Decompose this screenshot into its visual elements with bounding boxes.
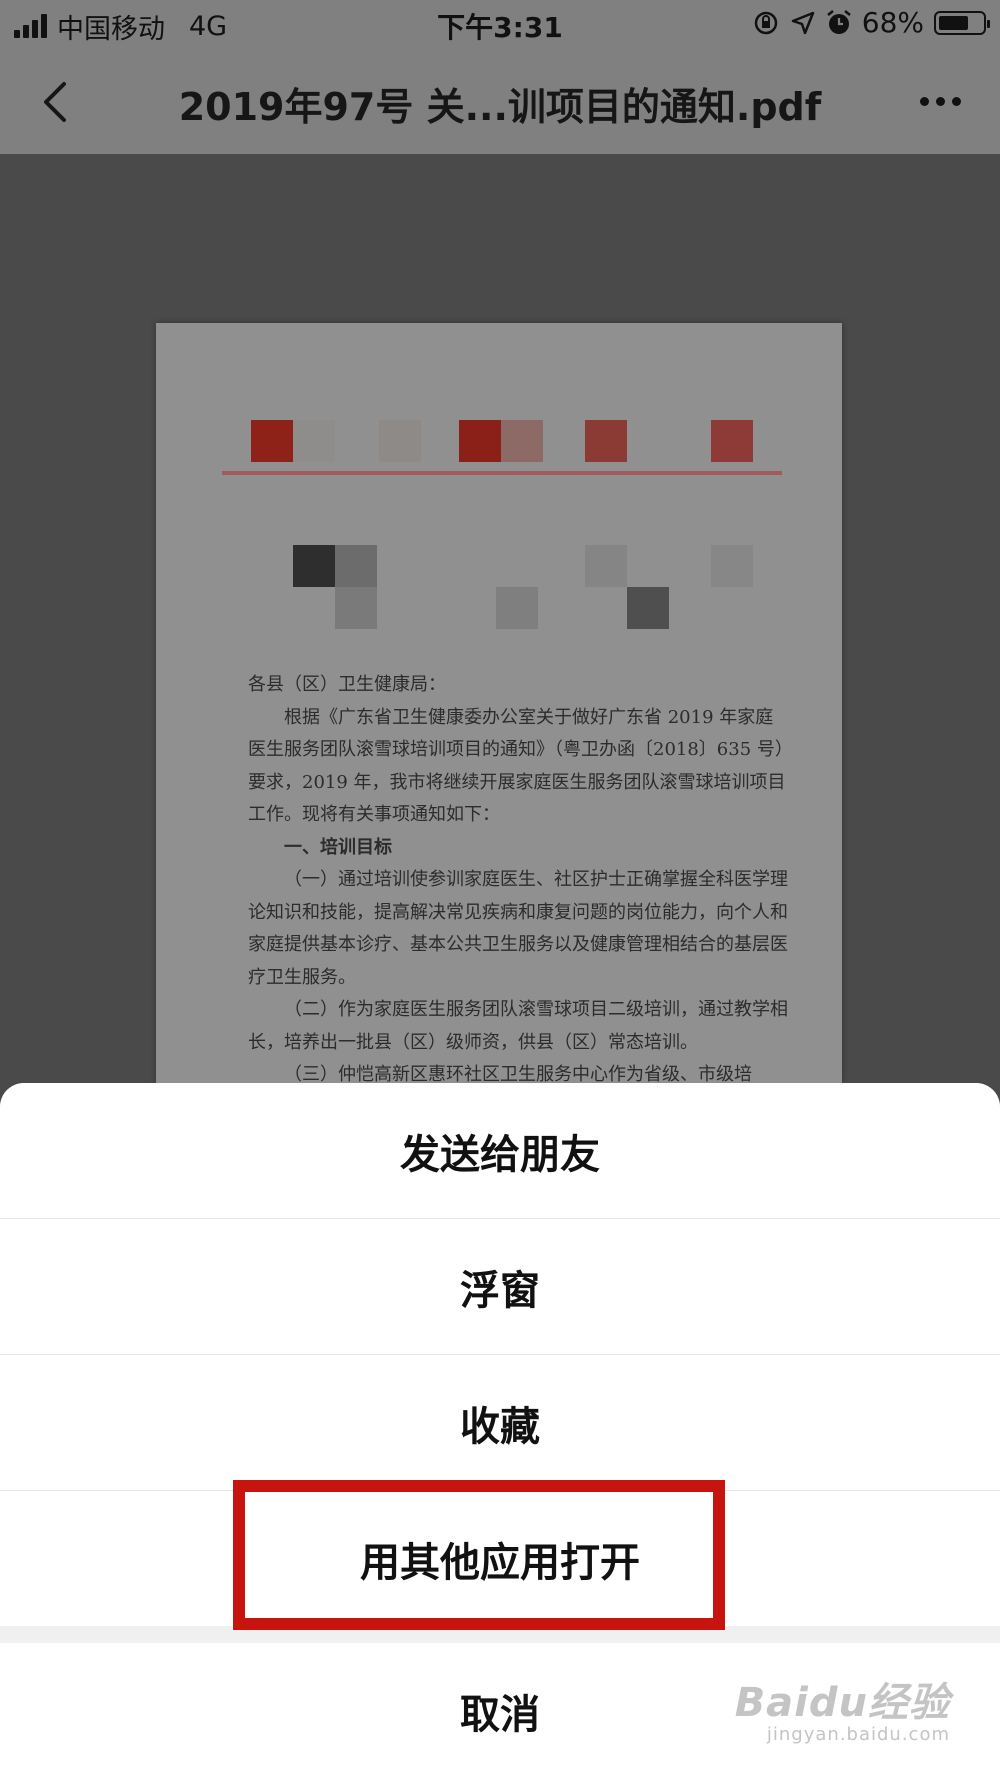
doc-heading: 一、培训目标 [284,836,392,858]
document-page: 各县（区）卫生健康局： 根据《广东省卫生健康委办公室关于做好广东省 2019 年… [156,323,842,1083]
floating-window-button[interactable]: 浮窗 [0,1219,1000,1354]
highlight-box [233,1480,725,1630]
page-title: 2019年97号 关...训项目的通知.pdf [178,85,822,129]
redacted-block [335,587,377,629]
redacted-block [293,545,335,587]
watermark-brand: Baidu经验 [734,1680,950,1726]
redacted-block [496,587,538,629]
more-button[interactable] [910,76,970,126]
doc-paragraph: 各县（区）卫生健康局： [248,674,446,695]
redacted-block [585,545,627,587]
battery-icon [934,10,990,35]
doc-paragraph: （三）仲恺高新区惠环社区卫生服务中心作为省级、市级培 [284,1064,752,1083]
redacted-block [585,420,627,462]
redacted-block [251,420,293,462]
send-to-friend-button[interactable]: 发送给朋友 [0,1083,1000,1218]
more-dots-icon [919,96,929,106]
redacted-block [501,420,543,462]
alarm-icon [826,9,851,34]
watermark-url: jingyan.baidu.com [766,1724,950,1745]
doc-paragraph: （二）作为家庭医生服务团队滚雪球项目二级培训，通过教学相长，培养出一批县（区）级… [248,999,788,1053]
status-bar: 中国移动 4G 下午3:31 68% [0,0,1000,50]
redacted-block [335,545,377,587]
document-body: 各县（区）卫生健康局： 根据《广东省卫生健康委办公室关于做好广东省 2019 年… [248,669,788,1083]
redacted-block [293,420,335,462]
redacted-block [459,420,501,462]
location-icon [791,11,815,34]
favorite-button[interactable]: 收藏 [0,1355,1000,1490]
redacted-block [711,420,753,462]
document-preview[interactable]: 各县（区）卫生健康局： 根据《广东省卫生健康委办公室关于做好广东省 2019 年… [156,323,842,1083]
back-button[interactable] [30,72,90,132]
redacted-block [627,587,669,629]
battery-percent: 68% [861,6,924,39]
status-right: 68% [752,6,990,39]
rotation-lock-icon [754,11,778,34]
chevron-left-icon [44,82,66,122]
doc-paragraph: （一）通过培训使参训家庭医生、社区护士正确掌握全科医学理论知识和技能，提高解决常… [248,869,788,988]
redacted-block [379,420,421,462]
battery-fill [939,15,968,30]
nav-bar: 2019年97号 关...训项目的通知.pdf [0,50,1000,154]
header-red-line [222,471,782,475]
doc-paragraph: 根据《广东省卫生健康委办公室关于做好广东省 2019 年家庭医生服务团队滚雪球培… [248,706,786,826]
watermark: Baidu经验 jingyan.baidu.com [735,1670,950,1745]
redacted-block [711,545,753,587]
